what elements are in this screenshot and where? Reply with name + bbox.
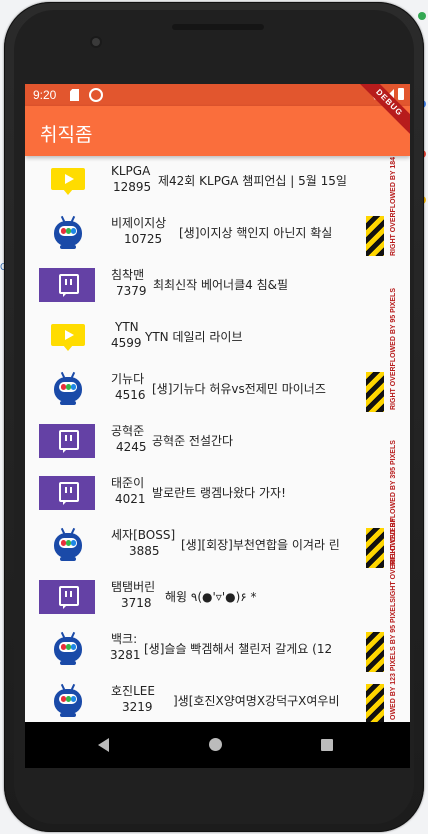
stream-row[interactable]: 침착맨 7379 최최신작 베어너클4 침&필 xyxy=(25,260,410,312)
streamer-name: 비제이지상 xyxy=(111,216,167,230)
viewer-count: 12895 xyxy=(113,180,152,194)
streamer-name: 기뉴다 xyxy=(111,372,145,386)
background-green-dot xyxy=(418,12,426,20)
stream-title: 공혁준 전설간다 xyxy=(152,434,234,448)
streamer-name: 탬탬버린 xyxy=(111,580,156,594)
home-icon[interactable] xyxy=(209,738,222,751)
viewer-count: 4516 xyxy=(115,388,146,402)
viewer-count: 3718 xyxy=(121,596,152,610)
streamer-name: 세자[BOSS] xyxy=(111,528,176,542)
stream-row[interactable]: 태준이 4021 발로란트 랭겜나왔다 가자! xyxy=(25,468,410,520)
twitch-icon xyxy=(39,580,95,614)
afreeca-tv-icon xyxy=(52,683,84,718)
phone-screen: 9:20 DEBUG 취직좀 KLPGA 12895 제42회 KLPGA 챔피… xyxy=(25,84,410,722)
stream-title: [생][회장]부천연합을 이겨라 린 xyxy=(181,538,340,552)
stream-row[interactable]: 백크: 3281 [생]슬슬 빡겜해서 챌린저 갈게요 (12 xyxy=(25,624,410,676)
streamer-name: 태준이 xyxy=(111,476,145,490)
afreeca-tv-icon xyxy=(52,527,84,562)
streamer-name: 침착맨 xyxy=(111,268,145,282)
overflow-indicator xyxy=(366,216,384,256)
sd-card-icon xyxy=(70,89,79,101)
stream-title: [생]기뉴다 허유vs전제민 마이너즈 xyxy=(152,382,326,396)
battery-icon xyxy=(398,88,404,100)
stream-row[interactable]: KLPGA 12895 제42회 KLPGA 챔피언십 | 5월 15일 xyxy=(25,156,410,208)
stream-title: ]생[호진X양여명X강덕구X여우비 xyxy=(173,694,340,708)
viewer-count: 4021 xyxy=(115,492,146,506)
youtube-live-icon xyxy=(51,320,85,354)
viewer-count: 3885 xyxy=(129,544,160,558)
app-bar: 취직좀 xyxy=(25,106,410,156)
stream-row[interactable]: 탬탬버린 3718 해윙 ٩(●'▿'●)۶ * xyxy=(25,572,410,624)
streamer-name: KLPGA xyxy=(111,164,151,178)
sync-icon xyxy=(89,88,103,102)
stream-row[interactable]: 호진LEE 3219 ]생[호진X양여명X강덕구X여우비 xyxy=(25,676,410,722)
twitch-icon xyxy=(39,268,95,302)
status-time: 9:20 xyxy=(33,88,57,102)
viewer-count: 3219 xyxy=(122,700,153,714)
stream-row[interactable]: 공혁준 4245 공혁준 전설간다 xyxy=(25,416,410,468)
stream-row[interactable]: 세자[BOSS] 3885 [생][회장]부천연합을 이겨라 린 xyxy=(25,520,410,572)
stream-title: [생]이지상 핵인지 아닌지 확실 xyxy=(179,226,333,240)
overflow-indicator xyxy=(366,684,384,722)
streamer-name: 백크: xyxy=(111,632,138,646)
stream-row[interactable]: YTN 4599 YTN 데일리 라이브 xyxy=(25,312,410,364)
afreeca-tv-icon xyxy=(52,215,84,250)
twitch-icon xyxy=(39,424,95,458)
afreeca-tv-icon xyxy=(52,371,84,406)
overflow-warning-text: OWED BY 123 PIXELS BY 95 PIXELSIGHT OVER… xyxy=(390,517,397,720)
overflow-indicator xyxy=(366,528,384,568)
stream-row[interactable]: 비제이지상 10725 [생]이지상 핵인지 아닌지 확실 xyxy=(25,208,410,260)
recent-apps-icon[interactable] xyxy=(321,739,333,751)
stream-title: 발로란트 랭겜나왔다 가자! xyxy=(152,486,286,500)
front-camera xyxy=(92,38,100,46)
viewer-count: 10725 xyxy=(124,232,163,246)
stream-row[interactable]: 기뉴다 4516 [생]기뉴다 허유vs전제민 마이너즈 xyxy=(25,364,410,416)
overflow-warning-text: RIGHT OVERFLOWED BY 95 PIXELS xyxy=(390,287,397,410)
status-bar: 9:20 xyxy=(25,84,410,106)
stream-title: 제42회 KLPGA 챔피언십 | 5월 15일 xyxy=(158,174,347,188)
streamer-name: 공혁준 xyxy=(111,424,145,438)
stream-list[interactable]: KLPGA 12895 제42회 KLPGA 챔피언십 | 5월 15일 비제이… xyxy=(25,156,410,722)
viewer-count: 3281 xyxy=(110,648,141,662)
youtube-live-icon xyxy=(51,164,85,198)
overflow-indicator xyxy=(366,632,384,672)
twitch-icon xyxy=(39,476,95,510)
streamer-name: YTN xyxy=(115,320,139,334)
earpiece-speaker xyxy=(172,24,264,30)
overflow-indicator xyxy=(366,372,384,412)
back-icon[interactable] xyxy=(98,738,109,752)
stream-title: YTN 데일리 라이브 xyxy=(145,330,243,344)
stream-title: 최최신작 베어너클4 침&필 xyxy=(153,278,289,292)
viewer-count: 4245 xyxy=(116,440,147,454)
viewer-count: 7379 xyxy=(116,284,147,298)
overflow-warning-text: RIGHT OVERFLOWED BY 184 PIXELS xyxy=(390,156,397,256)
afreeca-tv-icon xyxy=(52,631,84,666)
app-title: 취직좀 xyxy=(40,124,93,146)
stream-title: [생]슬슬 빡겜해서 챌린저 갈게요 (12 xyxy=(144,642,333,656)
streamer-name: 호진LEE xyxy=(111,684,155,698)
navigation-bar xyxy=(25,722,410,768)
viewer-count: 4599 xyxy=(111,336,142,350)
stream-title: 해윙 ٩(●'▿'●)۶ * xyxy=(165,590,257,604)
